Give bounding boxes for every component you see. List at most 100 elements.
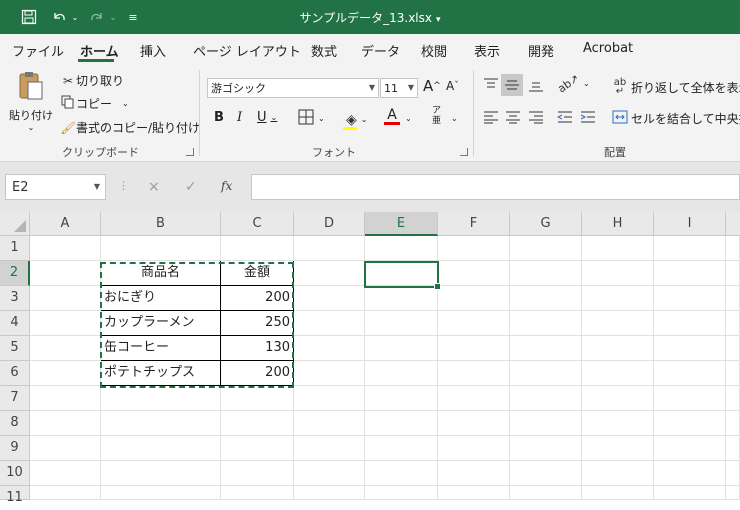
tab-formulas[interactable]: 数式 [311, 41, 337, 60]
grid-cell[interactable] [30, 461, 101, 486]
grid-cell[interactable] [101, 436, 221, 461]
grid-cell[interactable] [726, 386, 740, 411]
grid-cell[interactable] [582, 336, 654, 361]
grid-cell[interactable] [294, 286, 365, 311]
grid-cell[interactable] [221, 236, 294, 261]
row-header-9[interactable]: 9 [0, 436, 30, 461]
grid-cell[interactable] [365, 411, 438, 436]
row-header-6[interactable]: 6 [0, 361, 30, 386]
grid-cell[interactable] [582, 486, 654, 500]
grid-cell[interactable] [30, 311, 101, 336]
table-header-product[interactable]: 商品名 [101, 261, 221, 286]
grid-cell[interactable] [582, 361, 654, 386]
clipboard-launcher-icon[interactable] [186, 148, 194, 156]
grid-cell[interactable] [510, 361, 582, 386]
grid-cell[interactable] [654, 361, 726, 386]
grid-cell[interactable] [438, 411, 510, 436]
grid-cell[interactable] [221, 386, 294, 411]
column-header-d[interactable]: D [294, 212, 365, 236]
tab-home[interactable]: ホーム [80, 41, 119, 60]
table-row[interactable]: 缶コーヒー [101, 336, 221, 361]
grid-cell[interactable] [726, 486, 740, 500]
grid-cell[interactable] [654, 486, 726, 500]
row-header-5[interactable]: 5 [0, 336, 30, 361]
grid-cell[interactable] [365, 486, 438, 500]
table-row[interactable]: 130 [221, 336, 294, 361]
grid-cell[interactable] [510, 436, 582, 461]
grid-cell[interactable] [582, 386, 654, 411]
grid-cell[interactable] [654, 236, 726, 261]
grid-cell[interactable] [510, 311, 582, 336]
grid-cell[interactable] [294, 361, 365, 386]
grid-cell[interactable] [365, 361, 438, 386]
grid-cell[interactable] [726, 236, 740, 261]
insert-function-icon[interactable]: fx [221, 179, 232, 193]
column-header-i[interactable]: I [654, 212, 726, 236]
grid-cell[interactable] [438, 286, 510, 311]
grid-cell[interactable] [438, 261, 510, 286]
tab-view[interactable]: 表示 [474, 41, 500, 60]
grid-cell[interactable] [30, 436, 101, 461]
font-size-select[interactable]: 11 ▼ [380, 78, 418, 98]
column-header-f[interactable]: F [438, 212, 510, 236]
column-header-b[interactable]: B [101, 212, 221, 236]
cancel-icon[interactable]: × [148, 179, 160, 195]
grid-cell[interactable] [101, 236, 221, 261]
row-header-10[interactable]: 10 [0, 461, 30, 486]
grid-cell[interactable] [510, 386, 582, 411]
grid-cell[interactable] [365, 236, 438, 261]
bold-button[interactable]: B [214, 110, 224, 125]
grid-cell[interactable] [654, 311, 726, 336]
grid-cell[interactable] [365, 461, 438, 486]
grid-cell[interactable] [30, 286, 101, 311]
grid-cell[interactable] [365, 311, 438, 336]
grid-cell[interactable] [294, 461, 365, 486]
grid-cell[interactable] [365, 261, 438, 286]
tab-insert[interactable]: 挿入 [140, 41, 166, 60]
column-header-partial[interactable] [726, 212, 740, 236]
column-header-g[interactable]: G [510, 212, 582, 236]
underline-button[interactable]: U ⌄ [257, 110, 277, 125]
row-header-1[interactable]: 1 [0, 236, 30, 261]
grid-cell[interactable] [30, 486, 101, 500]
column-header-e[interactable]: E [365, 212, 438, 236]
formula-input[interactable] [251, 174, 740, 200]
grid-cell[interactable] [438, 461, 510, 486]
grid-cell[interactable] [365, 336, 438, 361]
grid-cell[interactable] [726, 361, 740, 386]
grid-cell[interactable] [510, 286, 582, 311]
grid-cell[interactable] [294, 436, 365, 461]
row-header-3[interactable]: 3 [0, 286, 30, 311]
grid-cell[interactable] [582, 436, 654, 461]
table-row[interactable]: おにぎり [101, 286, 221, 311]
italic-button[interactable]: I [237, 110, 242, 125]
align-top-button[interactable] [483, 78, 499, 92]
grid-cell[interactable] [510, 261, 582, 286]
grid-cell[interactable] [438, 336, 510, 361]
font-launcher-icon[interactable] [460, 148, 468, 156]
grid-cell[interactable] [438, 436, 510, 461]
grid-cell[interactable] [654, 261, 726, 286]
grid-cell[interactable] [30, 261, 101, 286]
align-right-button[interactable] [528, 110, 544, 124]
align-center-button[interactable] [505, 110, 521, 124]
tab-review[interactable]: 校閲 [421, 41, 447, 60]
grid-cell[interactable] [294, 311, 365, 336]
grid-cell[interactable] [654, 386, 726, 411]
row-header-4[interactable]: 4 [0, 311, 30, 336]
grid-cell[interactable] [221, 461, 294, 486]
wrap-text-button[interactable]: ab↵ 折り返して全体を表示す [612, 78, 740, 97]
grid-cell[interactable] [654, 336, 726, 361]
grid-cell[interactable] [438, 386, 510, 411]
tab-file[interactable]: ファイル [12, 41, 64, 60]
increase-indent-button[interactable] [580, 110, 596, 124]
copy-button[interactable]: コピー ⌄ [60, 95, 129, 112]
grid-cell[interactable] [30, 386, 101, 411]
grid-cell[interactable] [294, 336, 365, 361]
format-painter-button[interactable]: 🖌 書式のコピー/貼り付け [60, 119, 200, 136]
merge-center-button[interactable]: セルを結合して中央揃え [612, 110, 740, 127]
grid-cell[interactable] [510, 486, 582, 500]
align-middle-button[interactable] [501, 74, 523, 96]
grid-cell[interactable] [365, 386, 438, 411]
grid-cell[interactable] [30, 236, 101, 261]
